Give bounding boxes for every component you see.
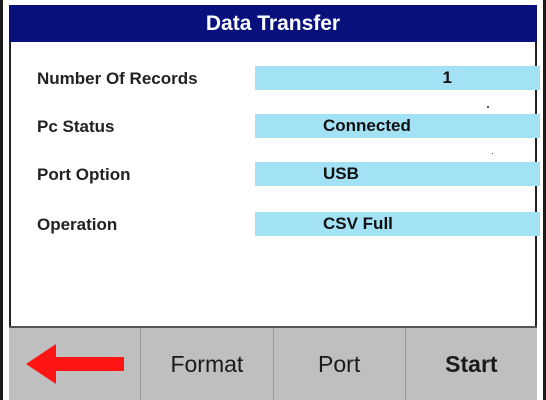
title-bar: Data Transfer [9, 5, 537, 42]
left-arrow-icon [25, 344, 124, 384]
operation-label: Operation [37, 215, 118, 234]
bottom-button-bar: Format Port Start [9, 326, 537, 400]
data-transfer-panel: Number Of Records 1 Pc Status Connected … [9, 42, 540, 326]
port-option-value-field: USB [255, 162, 540, 186]
port-button[interactable]: Port [274, 328, 406, 400]
pc-status-row: Pc Status Connected [33, 114, 540, 140]
pc-status-value-field: Connected [255, 114, 540, 138]
data-transfer-screen: Data Transfer Number Of Records 1 Pc Sta… [0, 0, 546, 400]
records-label: Number Of Records [37, 69, 198, 88]
records-value-field: 1 [255, 66, 540, 90]
screen-speck [487, 106, 489, 108]
format-button[interactable]: Format [141, 328, 274, 400]
page-title: Data Transfer [205, 11, 341, 35]
pc-status-label: Pc Status [37, 117, 115, 136]
screen-speck [492, 153, 493, 154]
records-row: Number Of Records 1 [33, 66, 540, 92]
operation-row: Operation CSV Full [33, 212, 540, 238]
start-button[interactable]: Start [406, 328, 537, 400]
back-button[interactable] [9, 328, 142, 400]
operation-value-field: CSV Full [255, 212, 540, 236]
port-option-label: Port Option [37, 165, 131, 184]
port-option-row: Port Option USB [33, 162, 540, 188]
